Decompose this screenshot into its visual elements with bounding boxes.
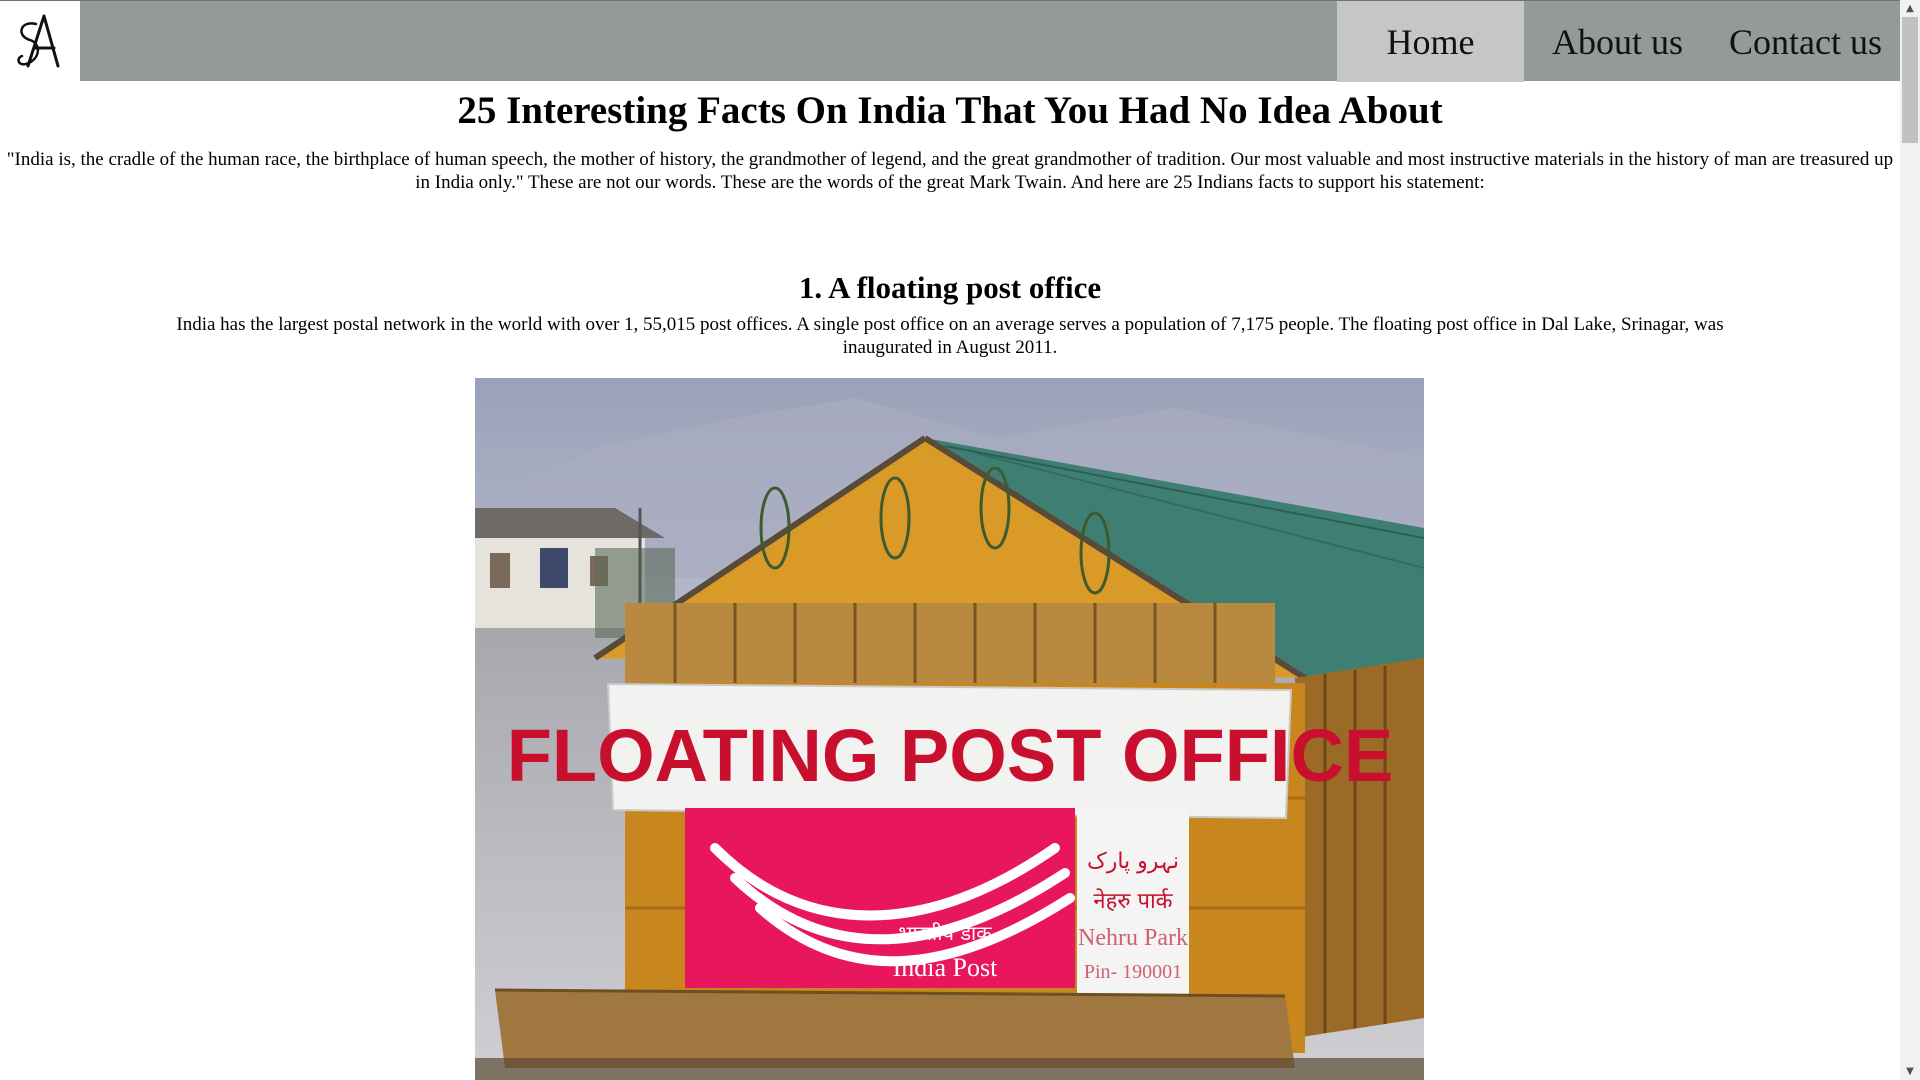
nav-contact-link[interactable]: Contact us bbox=[1711, 1, 1900, 82]
svg-text:Nehru Park: Nehru Park bbox=[1078, 925, 1188, 951]
scroll-down-icon[interactable]: ▼ bbox=[1900, 1063, 1920, 1080]
floating-post-office-image: FLOATING POST OFFICE भारतीय डाक India Po… bbox=[475, 378, 1424, 1080]
svg-text:भारतीय डाक: भारतीय डाक bbox=[898, 921, 992, 945]
nav-about-link[interactable]: About us bbox=[1524, 1, 1711, 82]
fact-heading: 1. A floating post office bbox=[798, 270, 1102, 305]
page-title: 25 Interesting Facts On India That You H… bbox=[457, 89, 1443, 132]
nav-home-link[interactable]: Home bbox=[1337, 1, 1524, 82]
vertical-scrollbar[interactable]: ▲ ▼ bbox=[1900, 0, 1920, 1080]
scroll-up-icon[interactable]: ▲ bbox=[1900, 0, 1920, 17]
fact-paragraph: India has the largest postal network in … bbox=[176, 314, 1724, 358]
nav-links: Home About us Contact us bbox=[1337, 1, 1900, 82]
svg-text:Pin- 190001: Pin- 190001 bbox=[1084, 961, 1182, 983]
logo-monogram-icon bbox=[17, 14, 60, 67]
navbar: Home About us Contact us bbox=[0, 0, 1900, 82]
svg-text:नेहरु पार्क: नेहरु पार्क bbox=[1093, 888, 1173, 914]
page-viewport: Home About us Contact us 25 Interesting … bbox=[0, 0, 1900, 1080]
scroll-thumb[interactable] bbox=[1902, 17, 1918, 143]
svg-text:نہرو پارک: نہرو پارک bbox=[1087, 849, 1179, 874]
intro-paragraph: "India is, the cradle of the human race,… bbox=[6, 149, 1894, 193]
svg-text:India Post: India Post bbox=[893, 953, 999, 982]
sign-text: FLOATING POST OFFICE bbox=[507, 714, 1394, 797]
site-logo[interactable] bbox=[0, 1, 80, 82]
